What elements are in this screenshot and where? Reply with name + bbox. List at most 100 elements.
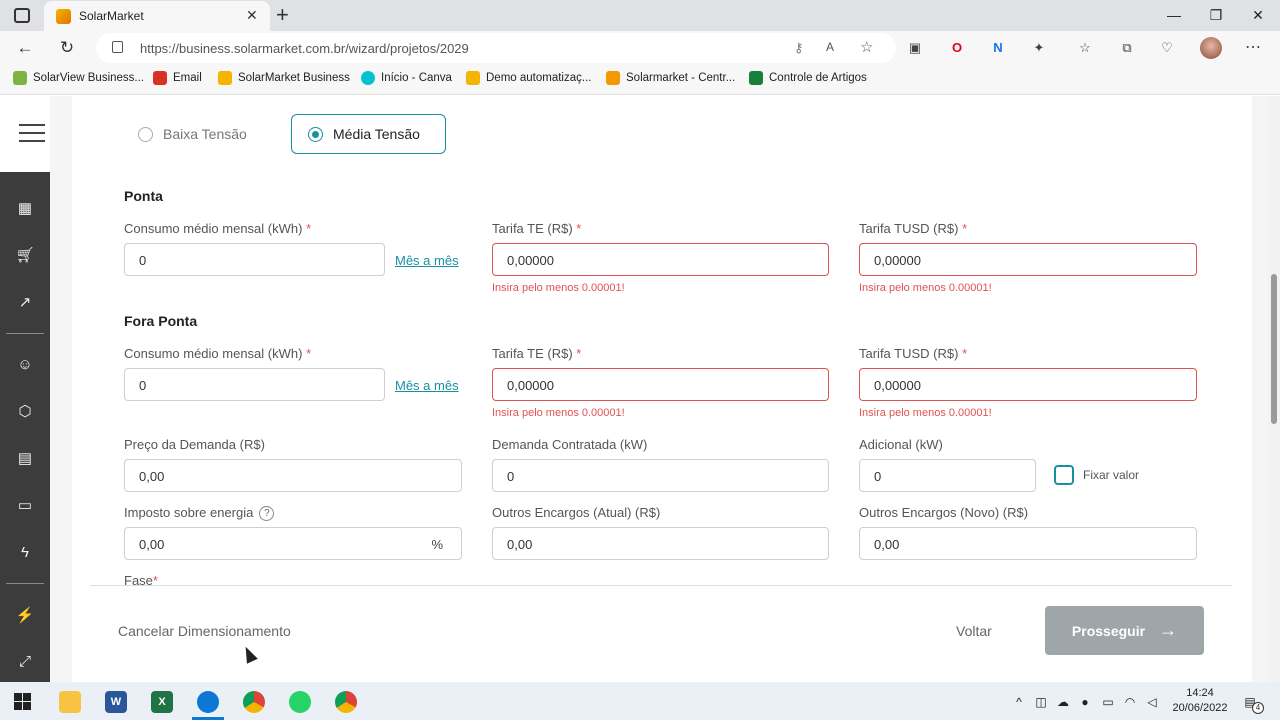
scrollbar-thumb[interactable] [1271, 274, 1277, 424]
bookmark-label: Demo automatizaç... [486, 72, 592, 84]
minimize-icon[interactable]: — [1166, 7, 1182, 23]
collections-icon[interactable]: ▣ [906, 39, 924, 57]
fora-ponta-te-input[interactable]: 0,00000 [492, 368, 829, 401]
bookmark-canva[interactable]: Início - Canva [361, 71, 452, 85]
radio-label-media: Média Tensão [333, 126, 420, 142]
solarmarket-favicon-icon [56, 9, 71, 24]
percent-suffix: % [431, 537, 443, 552]
outros-encargos-atual-input[interactable]: 0,00 [492, 527, 829, 560]
microphone-icon[interactable]: ● [1077, 694, 1093, 710]
outros-encargos-atual-label: Outros Encargos (Atual) (R$) [492, 505, 661, 520]
fora-ponta-tusd-label: Tarifa TUSD (R$) * [859, 346, 968, 361]
whatsapp-icon[interactable] [289, 691, 311, 713]
bookmark-solarmarket-centr[interactable]: Solarmarket - Centr... [606, 71, 735, 85]
meet-now-icon[interactable]: ◫ [1033, 694, 1049, 710]
demanda-contratada-input[interactable]: 0 [492, 459, 829, 492]
cart-icon[interactable]: 🛒︎ [15, 246, 35, 266]
fixar-valor-checkbox[interactable] [1054, 465, 1074, 485]
favorites-icon[interactable]: ☆ [1076, 39, 1094, 57]
solarmarket-favicon-icon [218, 71, 232, 85]
system-clock[interactable]: 14:24 20/06/2022 [1172, 686, 1228, 716]
ponta-tusd-input[interactable]: 0,00000 [859, 243, 1197, 276]
bookmark-label: Início - Canva [381, 72, 452, 84]
prosseguir-button[interactable]: Prosseguir → [1045, 606, 1204, 655]
edge-icon[interactable] [197, 691, 219, 713]
adicional-input[interactable]: 0 [859, 459, 1036, 492]
favorite-add-icon[interactable]: ☆ [860, 38, 873, 56]
chrome-icon[interactable] [335, 691, 357, 713]
profile-avatar[interactable] [1200, 37, 1222, 59]
excel-icon[interactable]: X [151, 691, 173, 713]
cancel-dimensionamento-button[interactable]: Cancelar Dimensionamento [118, 623, 291, 639]
chart-line-icon[interactable]: ↗ [15, 293, 35, 313]
opera-extension-icon[interactable]: O [948, 39, 966, 57]
close-tab-icon[interactable]: ✕ [246, 7, 258, 24]
close-window-icon[interactable]: ✕ [1250, 7, 1266, 23]
box-icon[interactable]: ⬡ [15, 402, 35, 422]
sidebar-divider [6, 583, 44, 584]
restore-icon[interactable]: ❐ [1208, 7, 1224, 23]
expand-icon[interactable]: ⤢ [15, 652, 35, 672]
fora-ponta-tusd-error: Insira pelo menos 0.00001! [859, 407, 992, 419]
help-question-icon[interactable]: ? [259, 506, 275, 522]
sidebar-header [0, 96, 50, 172]
imposto-input[interactable]: 0,00 % [124, 527, 462, 560]
solar-panel-icon[interactable]: ▤ [15, 449, 35, 469]
new-tab-button[interactable]: + [276, 2, 289, 28]
notification-count-badge: 4 [1252, 702, 1264, 714]
bookmark-demo[interactable]: Demo automatizaç... [466, 71, 591, 85]
refresh-icon[interactable]: ↻ [56, 37, 78, 59]
browser-tab-solarmarket[interactable]: SolarMarket ✕ [44, 1, 270, 31]
prosseguir-label: Prosseguir [1071, 622, 1146, 639]
browser-tab-bar: SolarMarket ✕ + — ❐ ✕ [0, 0, 1280, 31]
wifi-icon[interactable]: ◠ [1122, 694, 1138, 710]
file-explorer-icon[interactable] [59, 691, 81, 713]
tab-actions-icon[interactable] [14, 8, 30, 23]
chevron-up-icon[interactable]: ^ [1011, 694, 1027, 710]
ponta-tusd-label: Tarifa TUSD (R$) * [859, 221, 968, 236]
volume-icon[interactable]: ◁ [1144, 694, 1160, 710]
bookmark-email[interactable]: Email [153, 71, 202, 85]
bookmark-solarview[interactable]: SolarView Business... [13, 71, 144, 85]
ponta-te-input[interactable]: 0,00000 [492, 243, 829, 276]
dashboard-grid-icon[interactable]: ▦ [15, 199, 35, 219]
radio-media-tensao[interactable]: Média Tensão [291, 114, 446, 154]
fora-ponta-consumo-label: Consumo médio mensal (kWh) * [124, 346, 312, 361]
onedrive-icon[interactable]: ☁ [1055, 694, 1071, 710]
solarmarket-favicon-icon [466, 71, 480, 85]
preco-demanda-input[interactable]: 0,00 [124, 459, 462, 492]
lightning-icon[interactable]: ϟ [15, 543, 35, 563]
radio-baixa-tensao[interactable]: Baixa Tensão [128, 114, 248, 154]
tab-collections-icon[interactable]: ⧉ [1118, 39, 1136, 57]
address-bar[interactable]: https://business.solarmarket.com.br/wiza… [96, 33, 896, 63]
wizard-footer: Cancelar Dimensionamento Voltar Prossegu… [90, 585, 1232, 682]
browser-essentials-icon[interactable]: ♡ [1158, 39, 1176, 57]
back-arrow-icon[interactable]: ← [14, 37, 36, 59]
bookmarks-bar: SolarView Business... Email SolarMarket … [0, 64, 1280, 95]
fora-ponta-tusd-input[interactable]: 0,00000 [859, 368, 1197, 401]
more-menu-icon[interactable]: ⋯ [1244, 39, 1262, 57]
bookmark-solarmarket-business[interactable]: SolarMarket Business [218, 71, 350, 85]
chrome-profile-icon[interactable] [243, 691, 265, 713]
calendar-icon[interactable]: ▭ [15, 496, 35, 516]
fora-ponta-mes-a-mes-link[interactable]: Mês a mês [395, 378, 459, 393]
fora-ponta-consumo-input[interactable]: 0 [124, 368, 385, 401]
bookmark-controle-artigos[interactable]: Controle de Artigos [749, 71, 867, 85]
ponta-consumo-input[interactable]: 0 [124, 243, 385, 276]
outros-encargos-novo-label: Outros Encargos (Novo) (R$) [859, 505, 1029, 520]
word-icon[interactable]: W [105, 691, 127, 713]
extensions-icon[interactable]: ✦ [1030, 39, 1048, 57]
notion-extension-icon[interactable]: N [989, 39, 1007, 57]
read-aloud-icon[interactable]: A [826, 40, 834, 54]
url-text: https://business.solarmarket.com.br/wiza… [140, 41, 469, 56]
solar-power-icon[interactable]: ⚡ [15, 606, 35, 626]
page-scrollbar[interactable] [1268, 96, 1280, 682]
user-icon[interactable]: ☺ [15, 355, 35, 375]
voltar-button[interactable]: Voltar [956, 623, 992, 639]
app-viewport: ▦ 🛒︎ ↗ ☺ ⬡ ▤ ▭ ϟ ⚡ ⤢ Baixa Tensão Média … [0, 96, 1280, 682]
windows-start-icon[interactable] [14, 693, 31, 710]
outros-encargos-novo-input[interactable]: 0,00 [859, 527, 1197, 560]
key-icon[interactable]: ⚷ [794, 40, 804, 56]
battery-icon[interactable]: ▭ [1100, 694, 1116, 710]
ponta-mes-a-mes-link[interactable]: Mês a mês [395, 253, 459, 268]
